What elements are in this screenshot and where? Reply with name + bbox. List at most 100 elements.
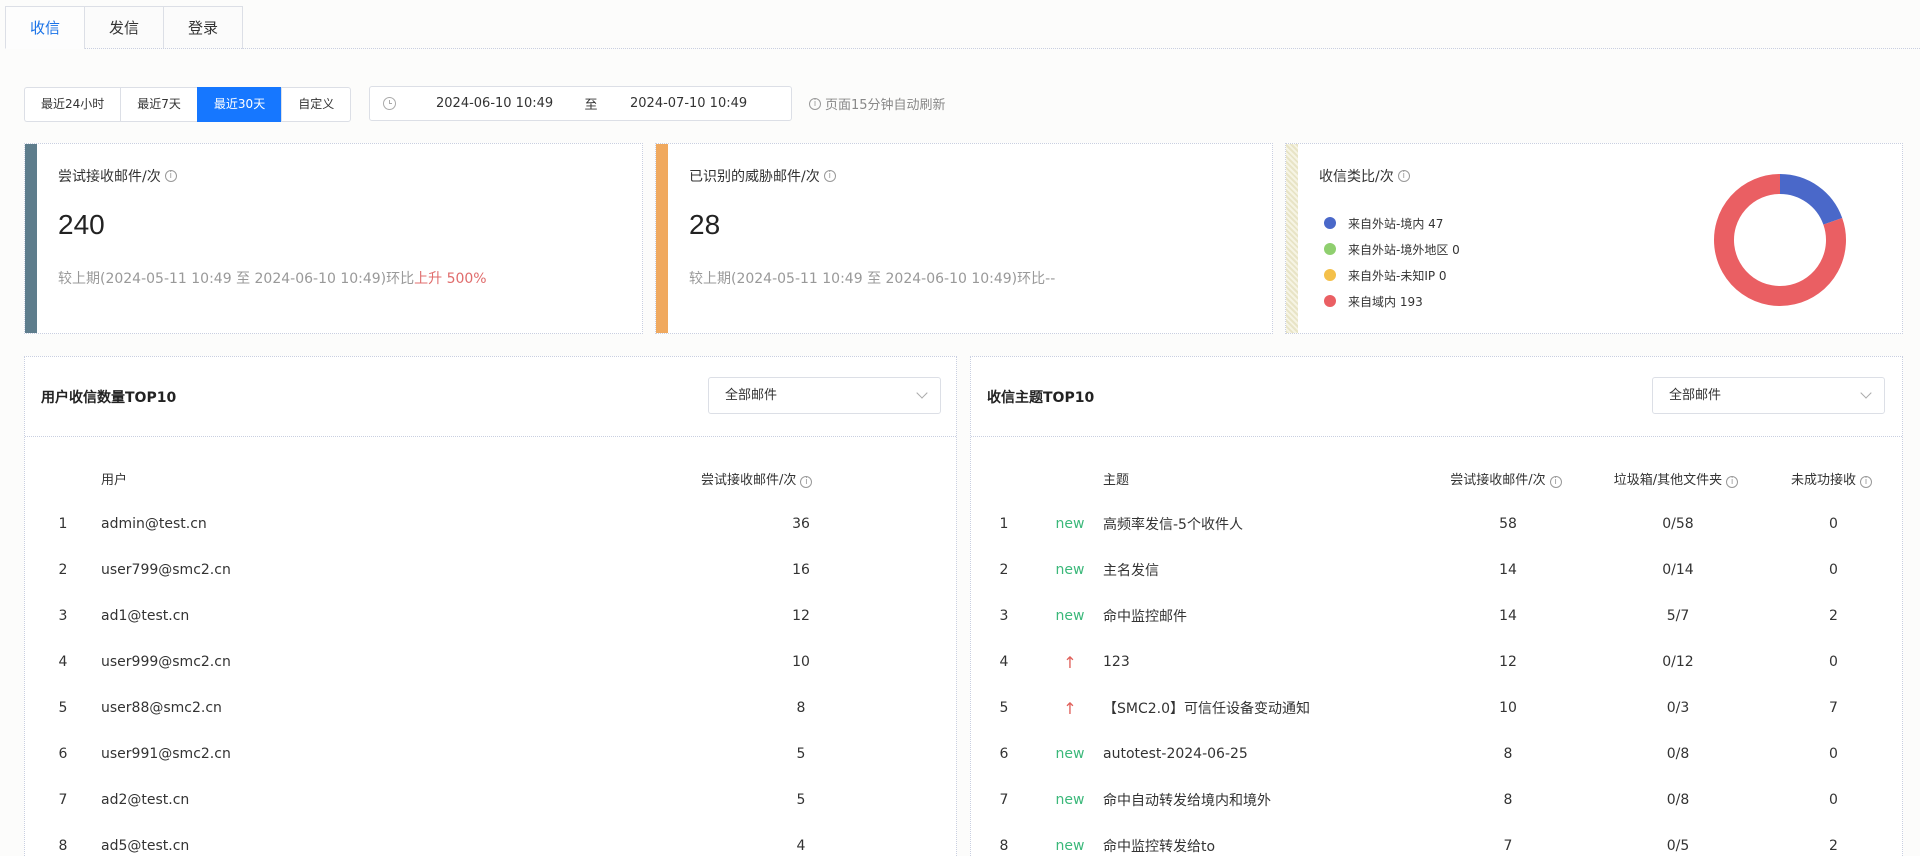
tab-login[interactable]: 登录 [163,6,244,49]
table-row[interactable]: 1 new 高频率发信-5个收件人 58 0/58 0 [971,501,1904,547]
clock-icon [383,97,396,110]
table-row[interactable]: 8 new 命中监控转发给to 7 0/5 2 [971,823,1904,856]
rank: 8 [58,838,68,854]
table-row[interactable]: 5 ↑ 【SMC2.0】可信任设备变动通知 10 0/3 7 [971,685,1904,731]
new-badge: new [1055,792,1085,808]
table-row[interactable]: 4 ↑ 123 12 0/12 0 [971,639,1904,685]
user-email[interactable]: user999@smc2.cn [101,639,701,685]
rank: 4 [999,654,1009,670]
legend-item[interactable]: 来自外站-境外地区 0 [1324,236,1460,262]
received-count: 14 [1499,562,1517,578]
user-top10-table: 用户 尝试接收邮件/次 i 1 admin@test.cn 36 2 user799@sm… [25,455,958,856]
legend-item[interactable]: 来自外站-未知IP 0 [1324,262,1460,288]
info-icon[interactable]: i [1726,475,1739,488]
user-top10-panel: 用户收信数量TOP10 全部邮件 用户 尝试接收邮件/次 i 1 admin@tes… [24,356,957,856]
rank: 6 [58,746,68,762]
table-row[interactable]: 5 user88@smc2.cn 8 [25,685,958,731]
col-received: 尝试接收邮件/次 i [1423,455,1593,501]
subject-text[interactable]: 【SMC2.0】可信任设备变动通知 [1103,685,1423,731]
info-icon[interactable]: i [1549,475,1562,488]
user-email[interactable]: user991@smc2.cn [101,731,701,777]
user-email[interactable]: ad1@test.cn [101,593,701,639]
rank: 2 [999,562,1009,578]
failed-count: 7 [1829,700,1838,716]
rank: 4 [58,654,68,670]
col-user: 用户 [101,472,128,488]
table-row[interactable]: 6 new autotest-2024-06-25 8 0/8 0 [971,731,1904,777]
time-range-group: 最近24小时 最近7天 最近30天 自定义 [24,87,352,122]
user-email[interactable]: admin@test.cn [101,501,701,547]
range-30d-button[interactable]: 最近30天 [196,87,282,122]
user-email[interactable]: user799@smc2.cn [101,547,701,593]
donut-slice[interactable] [1779,174,1843,226]
rank: 8 [999,838,1009,854]
subject-text[interactable]: autotest-2024-06-25 [1103,731,1423,777]
ratio-card-title: 收信类比/次 i [1319,166,1414,186]
subject-text[interactable]: 命中自动转发给境内和境外 [1103,777,1423,823]
subject-text[interactable]: 命中监控邮件 [1103,593,1423,639]
table-row[interactable]: 7 new 命中自动转发给境内和境外 8 0/8 0 [971,777,1904,823]
received-count: 5 [796,792,806,808]
subject-text[interactable]: 123 [1103,639,1423,685]
rank: 7 [999,792,1009,808]
info-icon: i [809,97,821,110]
received-trend: 上升 500% [414,271,487,287]
table-row[interactable]: 7 ad2@test.cn 5 [25,777,958,823]
subject-text[interactable]: 高频率发信-5个收件人 [1103,501,1423,547]
table-row[interactable]: 3 ad1@test.cn 12 [25,593,958,639]
legend-item[interactable]: 来自外站-境内 47 [1324,210,1460,236]
threat-card: 已识别的威胁邮件/次 i 28 较上期(2024-05-11 10:49 至 2… [655,143,1273,334]
table-row[interactable]: 1 admin@test.cn 36 [25,501,958,547]
info-icon[interactable]: i [1397,170,1410,182]
range-7d-button[interactable]: 最近7天 [120,87,197,122]
failed-count: 0 [1829,562,1838,578]
table-row[interactable]: 2 new 主名发信 14 0/14 0 [971,547,1904,593]
received-card: 尝试接收邮件/次 i 240 较上期(2024-05-11 10:49 至 20… [24,143,643,334]
user-email[interactable]: user88@smc2.cn [101,685,701,731]
new-badge: new [1055,608,1085,624]
table-row[interactable]: 6 user991@smc2.cn 5 [25,731,958,777]
table-row[interactable]: 3 new 命中监控邮件 14 5/7 2 [971,593,1904,639]
chevron-down-icon [916,387,928,399]
received-count: 14 [1499,608,1517,624]
received-count: 240 [58,209,105,240]
date-end[interactable]: 2024-07-10 10:49 [630,96,747,111]
rank: 5 [999,700,1009,716]
tab-send[interactable]: 发信 [84,6,164,49]
user-email[interactable]: ad2@test.cn [101,777,701,823]
info-icon[interactable]: i [823,170,836,182]
info-icon[interactable]: i [1860,475,1872,488]
info-icon[interactable]: i [800,475,813,488]
rank: 3 [999,608,1009,624]
date-start[interactable]: 2024-06-10 10:49 [436,96,566,111]
junk-ratio: 5/7 [1666,608,1690,624]
range-24h-button[interactable]: 最近24小时 [24,87,121,122]
received-count: 8 [1503,792,1513,808]
col-subject: 主题 [1103,472,1130,488]
subject-text[interactable]: 主名发信 [1103,547,1423,593]
received-count: 16 [792,562,810,578]
range-custom-button[interactable]: 自定义 [281,87,352,122]
new-badge: new [1055,562,1085,578]
tab-receive[interactable]: 收信 [5,6,85,49]
received-count: 36 [792,516,810,532]
legend-item[interactable]: 来自域内 193 [1324,288,1460,314]
subject-text[interactable]: 命中监控转发给to [1103,823,1423,856]
mail-filter-select[interactable]: 全部邮件 [1652,377,1885,414]
date-range-picker[interactable]: 2024-06-10 10:49 至 2024-07-10 10:49 [369,86,792,121]
threat-card-bar [656,144,668,333]
arrow-up-icon: ↑ [1063,652,1077,672]
table-row[interactable]: 4 user999@smc2.cn 10 [25,639,958,685]
threat-trend: -- [1045,271,1056,287]
info-icon[interactable]: i [164,170,177,182]
panel-title: 用户收信数量TOP10 [41,390,177,406]
junk-ratio: 0/14 [1662,562,1694,578]
table-row[interactable]: 8 ad5@test.cn 4 [25,823,958,856]
table-row[interactable]: 2 user799@smc2.cn 16 [25,547,958,593]
failed-count: 2 [1829,838,1838,854]
table-header-row: 主题 尝试接收邮件/次 i 垃圾箱/其他文件夹 i 未成功接收 i [971,455,1904,501]
ratio-donut-chart [1714,174,1846,306]
col-junk: 垃圾箱/其他文件夹 i [1593,455,1763,501]
user-email[interactable]: ad5@test.cn [101,823,701,856]
mail-filter-select[interactable]: 全部邮件 [708,377,941,414]
